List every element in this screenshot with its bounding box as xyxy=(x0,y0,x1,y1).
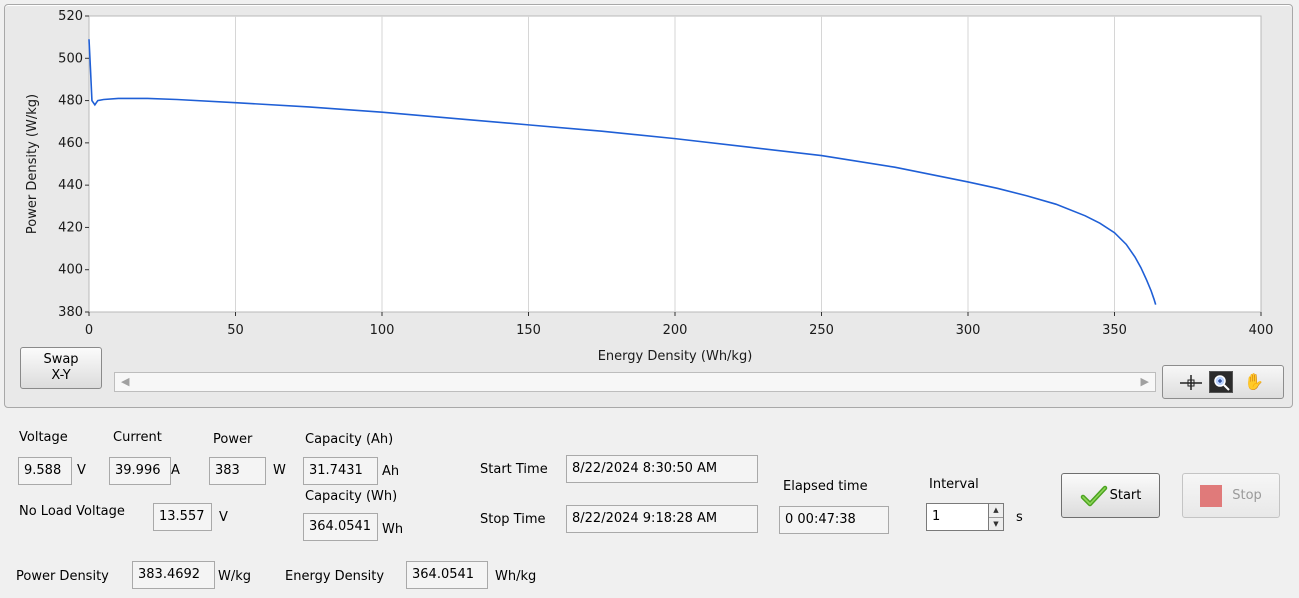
swap-xy-button[interactable]: Swap X-Y xyxy=(20,347,102,389)
y-axis-title: Power Density (W/kg) xyxy=(25,94,40,234)
voltage-unit: V xyxy=(77,463,86,478)
horizontal-scrollbar[interactable]: ◀ ▶ xyxy=(114,372,1156,392)
start-time-indicator: 8/22/2024 8:30:50 AM xyxy=(566,455,758,483)
energy-density-label: Energy Density xyxy=(285,569,385,584)
y-tick-label: 420 xyxy=(58,220,83,235)
capacity-wh-unit: Wh xyxy=(382,522,404,537)
cursor-crosshair-icon[interactable] xyxy=(1179,373,1203,391)
x-axis-title: Energy Density (Wh/kg) xyxy=(598,349,753,364)
power-label: Power xyxy=(213,432,253,447)
x-tick-label: 350 xyxy=(1102,323,1127,338)
x-tick-label: 400 xyxy=(1249,323,1274,338)
power-density-indicator: 383.4692 xyxy=(132,561,215,589)
energy-density-unit: Wh/kg xyxy=(495,569,537,584)
stop-square-icon xyxy=(1200,484,1223,507)
increment-arrow-icon[interactable]: ▲ xyxy=(989,504,1003,518)
y-tick-label: 500 xyxy=(58,51,83,66)
power-unit: W xyxy=(273,463,286,478)
start-button[interactable]: Start xyxy=(1061,473,1160,518)
capacity-ah-unit: Ah xyxy=(382,464,400,479)
elapsed-time-indicator: 0 00:47:38 xyxy=(779,506,889,534)
scroll-right-icon[interactable]: ▶ xyxy=(1141,376,1149,388)
no-load-voltage-unit: V xyxy=(219,510,228,525)
capacity-ah-indicator: 31.7431 xyxy=(303,457,378,485)
scroll-left-icon[interactable]: ◀ xyxy=(121,376,129,388)
voltage-indicator: 9.588 xyxy=(18,457,72,485)
stop-button[interactable]: Stop xyxy=(1182,473,1280,518)
y-tick-label: 480 xyxy=(58,94,83,109)
capacity-wh-label: Capacity (Wh) xyxy=(305,489,398,504)
y-tick-label: 440 xyxy=(58,178,83,193)
decrement-arrow-icon[interactable]: ▼ xyxy=(989,518,1003,531)
swap-label-line2: X-Y xyxy=(51,368,71,383)
x-tick-label: 250 xyxy=(809,323,834,338)
no-load-voltage-label: No Load Voltage xyxy=(19,504,125,519)
x-tick-label: 300 xyxy=(956,323,981,338)
stop-time-indicator: 8/22/2024 9:18:28 AM xyxy=(566,505,758,533)
y-tick-label: 520 xyxy=(58,9,83,24)
x-tick-label: 100 xyxy=(370,323,395,338)
graph-palette: ✋ xyxy=(1162,365,1284,399)
capacity-wh-indicator: 364.0541 xyxy=(303,513,378,541)
interval-stepper[interactable]: ▲ ▼ xyxy=(988,503,1004,531)
y-tick-label: 380 xyxy=(58,305,83,320)
current-unit: A xyxy=(171,463,180,478)
swap-label-line1: Swap xyxy=(43,352,79,367)
y-tick-label: 460 xyxy=(58,136,83,151)
zoom-icon[interactable] xyxy=(1209,371,1233,393)
x-tick-label: 200 xyxy=(663,323,688,338)
power-indicator: 383 xyxy=(209,457,266,485)
stop-button-label: Stop xyxy=(1232,488,1262,503)
interval-unit: s xyxy=(1016,510,1023,525)
energy-density-indicator: 364.0541 xyxy=(406,561,488,589)
power-density-unit: W/kg xyxy=(218,569,252,584)
start-time-label: Start Time xyxy=(480,462,548,477)
x-tick-label: 50 xyxy=(227,323,244,338)
y-tick-label: 400 xyxy=(58,263,83,278)
current-label: Current xyxy=(113,430,162,445)
stop-time-label: Stop Time xyxy=(480,512,546,527)
pan-hand-icon[interactable]: ✋ xyxy=(1243,372,1265,392)
xy-graph: 0 50 100 150 200 250 300 350 400 380 400 420 440 460 4… xyxy=(25,9,1274,364)
elapsed-time-label: Elapsed time xyxy=(783,479,868,494)
interval-numeric-input[interactable]: 1 xyxy=(926,503,990,531)
interval-label: Interval xyxy=(929,477,979,492)
checkmark-icon xyxy=(1080,484,1108,508)
current-indicator: 39.996 xyxy=(109,457,171,485)
no-load-voltage-indicator: 13.557 xyxy=(153,503,212,531)
x-tick-label: 0 xyxy=(85,323,93,338)
capacity-ah-label: Capacity (Ah) xyxy=(305,432,394,447)
start-button-label: Start xyxy=(1109,488,1142,503)
voltage-label: Voltage xyxy=(19,430,68,445)
power-density-label: Power Density xyxy=(16,569,109,584)
x-tick-label: 150 xyxy=(516,323,541,338)
